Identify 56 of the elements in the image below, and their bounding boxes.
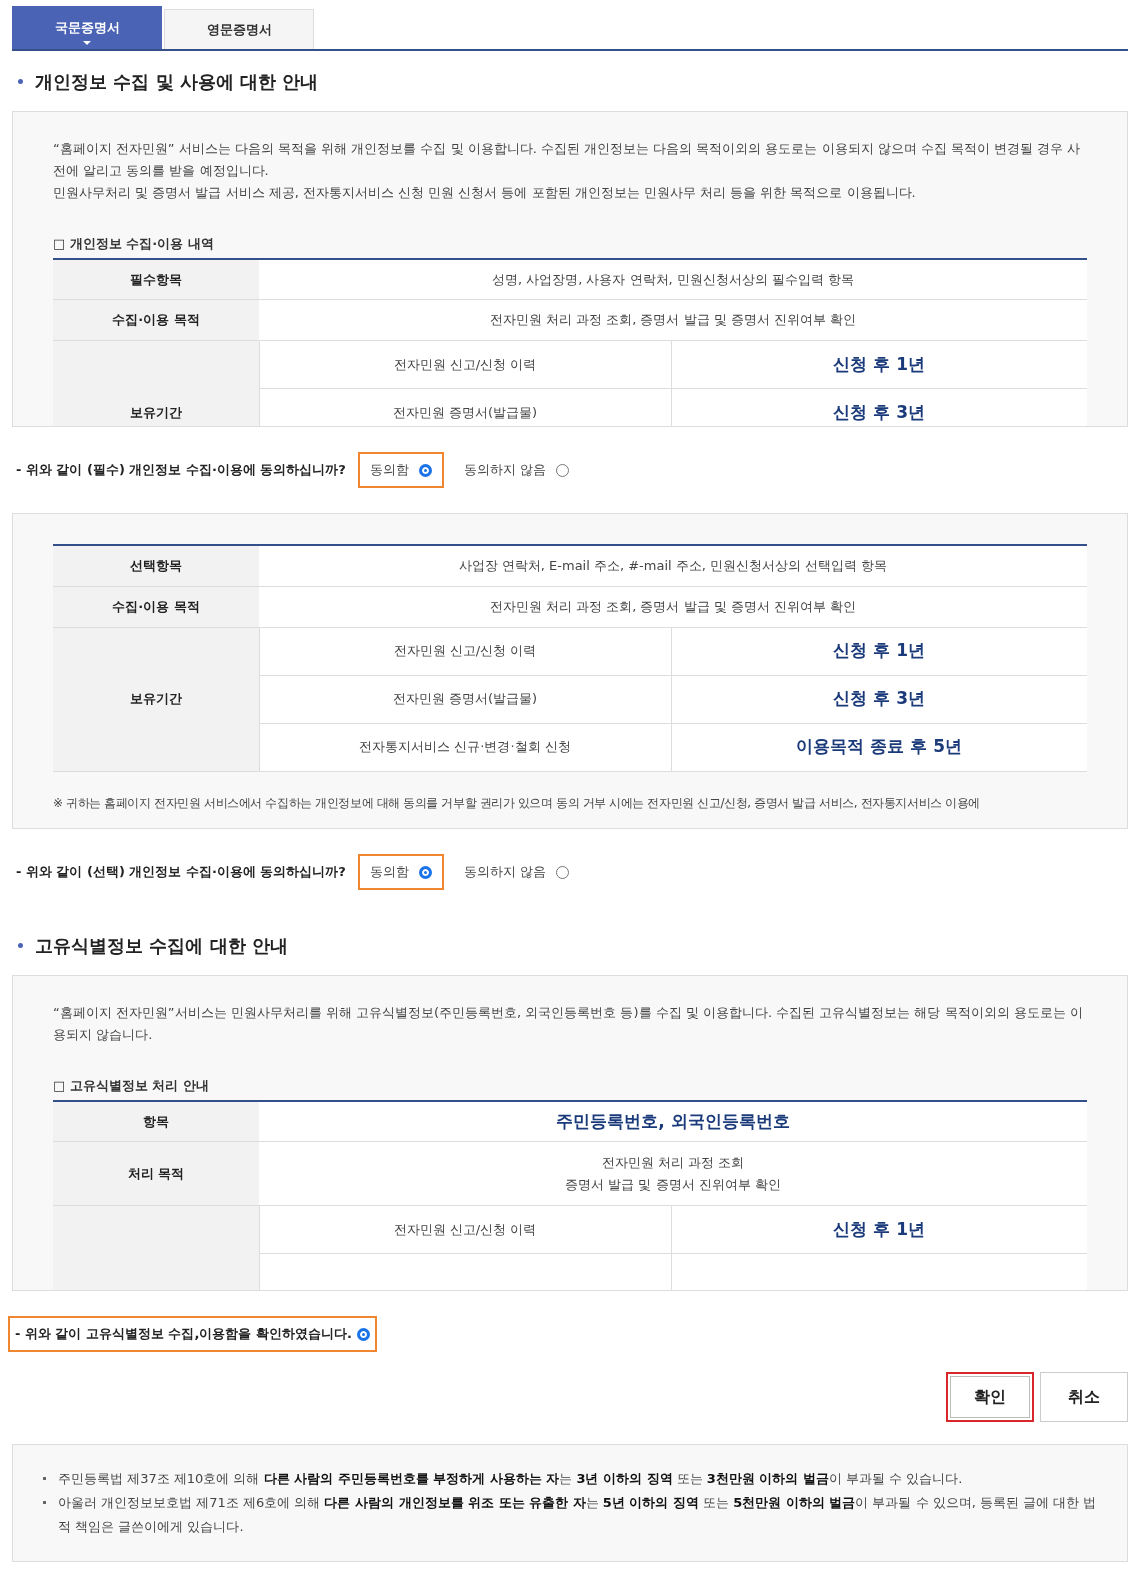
table-cell: 신청 후 1년 xyxy=(671,1205,1087,1254)
table-header-cell: 선택항목 xyxy=(53,545,259,586)
action-button[interactable]: 취소 xyxy=(1040,1372,1128,1422)
consent-question: - 위와 같이 (필수) 개인정보 수집·이용에 동의하십니까? xyxy=(16,461,346,480)
radio-option[interactable]: 동의하지 않음 xyxy=(451,854,582,890)
table-cell: 주민등록번호, 외국인등록번호 xyxy=(259,1100,1087,1142)
table-header-cell: 필수항목 xyxy=(53,258,259,300)
section-title: 개인정보 수집 및 사용에 대한 안내 xyxy=(35,69,319,94)
section-title: 고유식별정보 수집에 대한 안내 xyxy=(35,933,288,958)
bullet-icon xyxy=(18,78,23,84)
radio-button[interactable] xyxy=(418,463,432,477)
table-cell: 신청 후 1년 xyxy=(671,340,1087,389)
radio-button[interactable] xyxy=(556,463,570,477)
radio-button[interactable] xyxy=(556,865,570,879)
table-cell: 신청 후 1년 xyxy=(671,627,1087,675)
table-cell: 전자민원 증명서(발급물) xyxy=(259,675,671,723)
bullet-icon xyxy=(18,942,23,948)
info-paragraph: “홈페이지 전자민원” 서비스는 다음의 목적을 위해 개인정보를 수집 및 이용합니다. 수집된 개인정보는 다음의 목적이외의 용도로는 이용되지 않으며 수집 목적이 변경될 경우 사전에 알리고 동의를 받을 예정입니다. xyxy=(53,140,1082,180)
radio-option[interactable]: 동의함 xyxy=(357,854,444,890)
table-caption: □ 고유식별정보 처리 안내 xyxy=(53,1077,210,1095)
info-paragraph: 민원사무처리 및 증명서 발급 서비스 제공, 전자통지서비스 신청 민원 신청서 등에 포함된 개인정보는 민원사무 처리 등을 위한 목적으로 이용됩니다. xyxy=(53,184,917,202)
radio-button[interactable] xyxy=(418,865,432,879)
table-header-cell: 항목 xyxy=(53,1100,259,1142)
table-cell: 이용목적 종료 후 5년 xyxy=(671,723,1087,771)
note-text: ※ 귀하는 홈페이지 전자민원 서비스에서 수집하는 개인정보에 대해 동의를 거부할 권리가 있으며 동의 거부 시에는 전자민원 신고/신청, 증명서 발급 서비스, 전자통지서비스 이용에 xyxy=(53,794,982,812)
table-header-cell: 처리 목적 xyxy=(53,1141,259,1206)
table-cell: 전자민원 처리 과정 조회, 증명서 발급 및 증명서 진위여부 확인 xyxy=(259,586,1087,627)
table-cell: 전자통지서비스 신규·변경·철회 신청 xyxy=(259,723,671,771)
table-cell: 전자민원 처리 과정 조회 증명서 발급 및 증명서 진위여부 확인 xyxy=(259,1141,1087,1206)
bullet-icon xyxy=(43,1501,46,1504)
table-cell: 사업장 연락처, E-mail 주소, #-mail 주소, 민원신청서상의 선택입력 항목 xyxy=(259,545,1087,586)
notice-text: 주민등록법 제37조 제10호에 의해 다른 사람의 주민등록번호를 부정하게 사용하는 자는 3년 이하의 징역 또는 3천만원 이하의 벌금이 부과될 수 있습니다. xyxy=(58,1470,963,1488)
consent-option[interactable]: - 위와 같이 고유식별정보 수집,이용함을 확인하였습니다. xyxy=(8,1316,377,1352)
tab[interactable]: 국문증명서 xyxy=(12,6,162,49)
radio-option[interactable]: 동의함 xyxy=(357,452,444,488)
table-cell: 신청 후 3년 xyxy=(671,675,1087,723)
info-paragraph: “홈페이지 전자민원”서비스는 민원사무처리를 위해 고유식별정보(주민등록번호, 외국인등록번호 등)를 수집 및 이용합니다. 수집된 고유식별정보는 해당 목적이외의 용도로는 이용되지 않습니다. xyxy=(53,1004,1084,1044)
table-cell: 신청 후 3년 xyxy=(671,388,1087,426)
table-cell: 전자민원 신고/신청 이력 xyxy=(259,340,671,389)
table-header-cell: 보유기간 xyxy=(53,627,259,771)
action-button[interactable]: 확인 xyxy=(946,1372,1034,1422)
radio-button[interactable] xyxy=(356,1327,370,1341)
tab[interactable]: 영문증명서 xyxy=(164,9,314,49)
table-cell: 성명, 사업장명, 사용자 연락처, 민원신청서상의 필수입력 항목 xyxy=(259,258,1087,300)
notice-text: 아울러 개인정보보호법 제71조 제6호에 의해 다른 사람의 개인정보를 위조 또는 유출한 자는 5년 이하의 징역 또는 5천만원 이하의 벌금이 부과될 수 있으며, 등록된 글에 대한 법적 책임은 글쓴이에게 있습니다. xyxy=(58,1494,1097,1536)
table-header-cell: 보유기간 xyxy=(53,340,259,426)
table-cell: 전자민원 신고/신청 이력 xyxy=(259,627,671,675)
bullet-icon xyxy=(43,1477,46,1480)
consent-question: - 위와 같이 (선택) 개인정보 수집·이용에 동의하십니까? xyxy=(16,863,346,882)
table-cell: 전자민원 증명서(발급물) xyxy=(259,388,671,426)
table-caption: □ 개인정보 수집·이용 내역 xyxy=(53,235,215,253)
table-header-cell: 수집·이용 목적 xyxy=(53,586,259,627)
table-cell: 전자민원 신고/신청 이력 xyxy=(259,1205,671,1254)
table-cell: 전자민원 처리 과정 조회, 증명서 발급 및 증명서 진위여부 확인 xyxy=(259,299,1087,341)
table-header-cell: 수집·이용 목적 xyxy=(53,299,259,341)
radio-option[interactable]: 동의하지 않음 xyxy=(451,452,582,488)
